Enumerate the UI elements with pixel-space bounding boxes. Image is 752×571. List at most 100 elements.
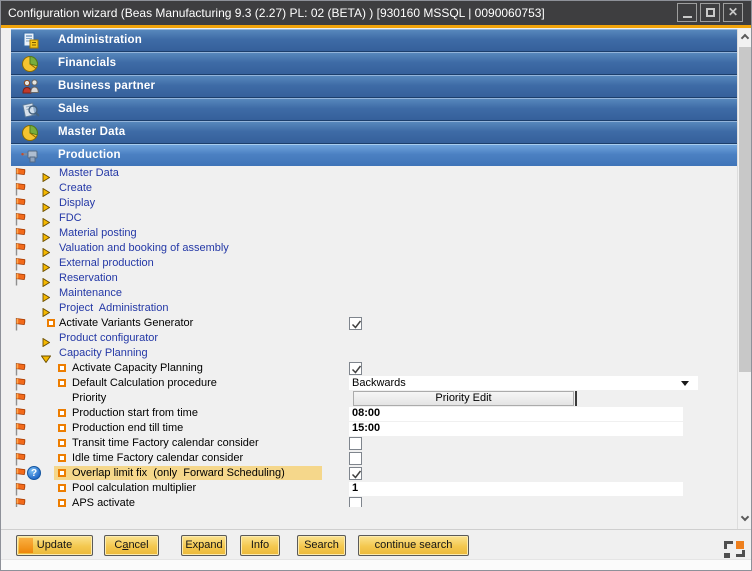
tree-item-label[interactable]: Overlap limit fix (only Forward Scheduli…: [72, 467, 285, 479]
tree-collapsed-icon[interactable]: [42, 229, 50, 238]
button-label: Search: [304, 539, 339, 551]
checkbox-unchecked[interactable]: [349, 437, 362, 450]
tree-collapsed-icon[interactable]: [42, 259, 50, 268]
scroll-down-button[interactable]: [738, 511, 752, 527]
tree-item-label[interactable]: Default Calculation procedure: [72, 377, 217, 389]
close-icon: ✕: [728, 4, 738, 21]
info-button[interactable]: Info: [240, 535, 280, 556]
tree-item-label[interactable]: Idle time Factory calendar consider: [72, 452, 243, 464]
category-administration[interactable]: Administration: [11, 29, 737, 52]
tree-row-production-start-from-time[interactable]: Production start from time 08:00: [1, 406, 738, 421]
category-financials[interactable]: Financials: [11, 52, 737, 75]
close-button[interactable]: ✕: [723, 3, 743, 22]
tree-item-label[interactable]: Product configurator: [59, 332, 158, 344]
search-button[interactable]: Search: [297, 535, 346, 556]
tree-collapsed-icon[interactable]: [42, 244, 50, 253]
checkbox-unchecked[interactable]: [349, 497, 362, 507]
tree-row-valuation-and-booking-of-assembly[interactable]: Valuation and booking of assembly: [1, 241, 738, 256]
tree-row-overlap-limit-fix-only-forward-scheduling[interactable]: ? Overlap limit fix (only Forward Schedul…: [1, 466, 738, 481]
flag-icon: [14, 212, 26, 225]
tree-collapsed-icon[interactable]: [42, 274, 50, 283]
tree-item-label[interactable]: Reservation: [59, 272, 118, 284]
tree-row-reservation[interactable]: Reservation: [1, 271, 738, 286]
tree-item-label[interactable]: Pool calculation multiplier: [72, 482, 196, 494]
resize-grip-icon[interactable]: [724, 541, 745, 558]
pool-calculation-multiplier-input[interactable]: 1: [349, 482, 683, 496]
checkbox-checked[interactable]: [349, 317, 362, 330]
tree-row-activate-capacity-planning[interactable]: Activate Capacity Planning: [1, 361, 738, 376]
tree-row-production-end-till-time[interactable]: Production end till time 15:00: [1, 421, 738, 436]
vertical-scrollbar[interactable]: [737, 29, 752, 529]
tree-item-label[interactable]: Activate Variants Generator: [59, 317, 193, 329]
tree-item-label[interactable]: Capacity Planning: [59, 347, 148, 359]
tree-row-project-administration[interactable]: Project Administration: [1, 301, 738, 316]
tree-row-idle-time-factory-calendar-consider[interactable]: Idle time Factory calendar consider: [1, 451, 738, 466]
category-business-partner[interactable]: Business partner: [11, 75, 737, 98]
tree-row-product-configurator[interactable]: Product configurator: [1, 331, 738, 346]
tree-collapsed-icon[interactable]: [42, 184, 50, 193]
tree-item-label[interactable]: Material posting: [59, 227, 137, 239]
tree-row-master-data[interactable]: Master Data: [1, 166, 738, 181]
default-calculation-procedure-select[interactable]: Backwards: [349, 376, 698, 390]
tree-item-label[interactable]: Create: [59, 182, 92, 194]
tree-collapsed-icon[interactable]: [42, 214, 50, 223]
tree-row-material-posting[interactable]: Material posting: [1, 226, 738, 241]
tree-row-maintenance[interactable]: Maintenance: [1, 286, 738, 301]
item-bullet-icon: [58, 469, 66, 477]
tree-row-create[interactable]: Create: [1, 181, 738, 196]
tree-row-pool-calculation-multiplier[interactable]: Pool calculation multiplier 1: [1, 481, 738, 496]
tree-row-transit-time-factory-calendar-consider[interactable]: Transit time Factory calendar consider: [1, 436, 738, 451]
checkbox-checked[interactable]: [349, 362, 362, 375]
tree-collapsed-icon[interactable]: [42, 334, 50, 343]
minimize-button[interactable]: [677, 3, 697, 22]
tree-collapsed-icon[interactable]: [42, 304, 50, 313]
tree-item-label[interactable]: Transit time Factory calendar consider: [72, 437, 259, 449]
tree-row-display[interactable]: Display: [1, 196, 738, 211]
tree-item-label[interactable]: FDC: [59, 212, 82, 224]
tree-expanded-icon[interactable]: [41, 350, 51, 358]
tree-row-capacity-planning[interactable]: Capacity Planning: [1, 346, 738, 361]
configuration-wizard-window: Configuration wizard (Beas Manufacturing…: [0, 0, 752, 571]
cancel-button[interactable]: Cancel: [104, 535, 159, 556]
update-button[interactable]: Update: [16, 535, 93, 556]
tree-item-label[interactable]: External production: [59, 257, 154, 269]
tree-item-label[interactable]: Display: [59, 197, 95, 209]
expand-button[interactable]: Expand: [181, 535, 227, 556]
category-production[interactable]: Production: [11, 144, 737, 167]
tree-row-activate-variants-generator[interactable]: Activate Variants Generator: [1, 316, 738, 331]
tree-row-aps-activate[interactable]: APS activate: [1, 496, 738, 507]
tree-collapsed-icon[interactable]: [42, 289, 50, 298]
tree-item-label[interactable]: Project Administration: [59, 302, 168, 314]
tree-row-fdc[interactable]: FDC: [1, 211, 738, 226]
tree-item-label[interactable]: Maintenance: [59, 287, 122, 299]
tree-item-label[interactable]: Production end till time: [72, 422, 183, 434]
pie-chart-icon: [20, 124, 42, 142]
tree-collapsed-icon[interactable]: [42, 169, 50, 178]
priority-edit-button[interactable]: Priority Edit: [353, 391, 574, 406]
tree-row-external-production[interactable]: External production: [1, 256, 738, 271]
tree-row-default-calculation-procedure[interactable]: Default Calculation procedure Backwards: [1, 376, 738, 391]
checkbox-unchecked[interactable]: [349, 452, 362, 465]
maximize-button[interactable]: [700, 3, 720, 22]
production-end-till-time-input[interactable]: 15:00: [349, 422, 683, 436]
category-sales[interactable]: Sales: [11, 98, 737, 121]
production-start-from-time-input[interactable]: 08:00: [349, 407, 683, 421]
tree-item-label[interactable]: APS activate: [72, 497, 135, 507]
tree-item-label[interactable]: Production start from time: [72, 407, 198, 419]
continue-search-button[interactable]: continue search: [358, 535, 469, 556]
tree-row-priority[interactable]: Priority Priority Edit: [1, 391, 738, 406]
scrollbar-thumb[interactable]: [739, 47, 752, 372]
title-bar: Configuration wizard (Beas Manufacturing…: [1, 1, 751, 25]
tree-item-label[interactable]: Valuation and booking of assembly: [59, 242, 229, 254]
category-master-data[interactable]: Master Data: [11, 121, 737, 144]
flag-icon: [14, 422, 26, 435]
tree-item-label[interactable]: Master Data: [59, 167, 119, 179]
item-bullet-icon: [58, 484, 66, 492]
tree-item-label[interactable]: Priority: [72, 392, 106, 404]
help-icon[interactable]: ?: [27, 466, 41, 480]
tree-collapsed-icon[interactable]: [42, 199, 50, 208]
category-label: Financials: [58, 57, 116, 69]
checkbox-checked[interactable]: [349, 467, 362, 480]
scroll-up-button[interactable]: [738, 29, 752, 45]
tree-item-label[interactable]: Activate Capacity Planning: [72, 362, 203, 374]
